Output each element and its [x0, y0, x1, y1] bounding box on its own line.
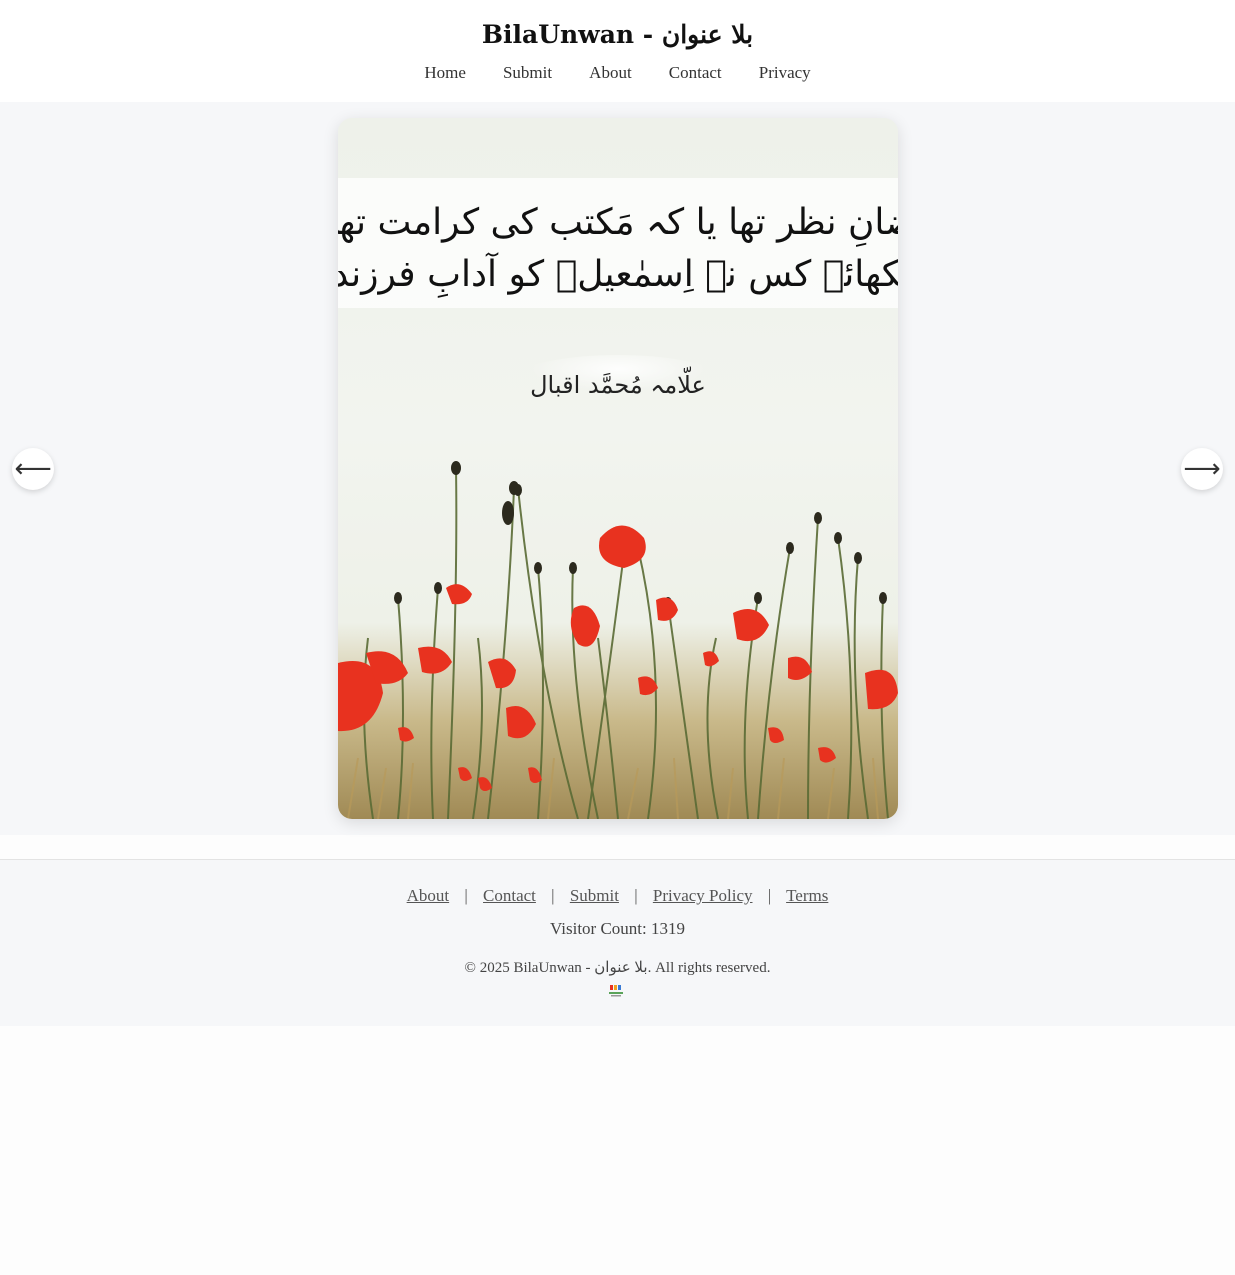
nav-contact[interactable]: Contact	[669, 63, 722, 83]
footer-separator: |	[551, 886, 555, 905]
footer-separator: |	[767, 886, 772, 905]
nav-privacy[interactable]: Privacy	[759, 63, 811, 83]
nav-submit[interactable]: Submit	[503, 63, 552, 83]
verse-line-1: بضانِ نظر تھا یا کہ مَکتب کی کرامت تھی	[338, 202, 898, 247]
poppy-field-image: بضانِ نظر تھا یا کہ مَکتب کی کرامت تھی س…	[338, 118, 898, 819]
nav-home[interactable]: Home	[424, 63, 466, 83]
arrow-left-icon: ⟵	[14, 454, 52, 484]
poetry-image-card[interactable]: بضانِ نظر تھا یا کہ مَکتب کی کرامت تھی س…	[338, 118, 898, 819]
footer-link-about[interactable]: About	[407, 886, 450, 905]
poet-name: علّامہ مُحمَّد اقبال	[530, 367, 706, 399]
verse-line-2: سکھائے کس نے اِسمٰعیلؑ کو آدابِ فرزندی	[338, 251, 898, 298]
next-arrow-button[interactable]: ⟶	[1181, 448, 1223, 490]
footer-links: About | Contact | Submit | Privacy Polic…	[0, 886, 1235, 906]
footer-link-contact[interactable]: Contact	[483, 886, 536, 905]
nav-about[interactable]: About	[589, 63, 632, 83]
site-title[interactable]: BilaUnwan - بلا عنوان	[0, 20, 1235, 49]
arrow-right-icon: ⟶	[1183, 454, 1221, 484]
copyright-text: © 2025 BilaUnwan - بلا عنوان. All rights…	[464, 960, 771, 976]
footer-separator: |	[634, 886, 638, 905]
site-header: BilaUnwan - بلا عنوان Home Submit About …	[0, 0, 1235, 102]
main-nav: Home Submit About Contact Privacy	[0, 63, 1235, 83]
footer-link-submit[interactable]: Submit	[570, 886, 619, 905]
site-footer: About | Contact | Submit | Privacy Polic…	[0, 859, 1235, 1026]
slideshow-area: ⟵ بضانِ نظر تھا یا کہ مَکتب کی کرامت تھی…	[0, 102, 1235, 835]
site-logo-icon[interactable]	[607, 984, 625, 998]
previous-arrow-button[interactable]: ⟵	[12, 448, 54, 490]
footer-link-terms[interactable]: Terms	[786, 886, 828, 905]
footer-link-privacy-policy[interactable]: Privacy Policy	[653, 886, 753, 905]
visitor-count: Visitor Count: 1319	[550, 919, 685, 938]
footer-separator: |	[464, 886, 468, 905]
